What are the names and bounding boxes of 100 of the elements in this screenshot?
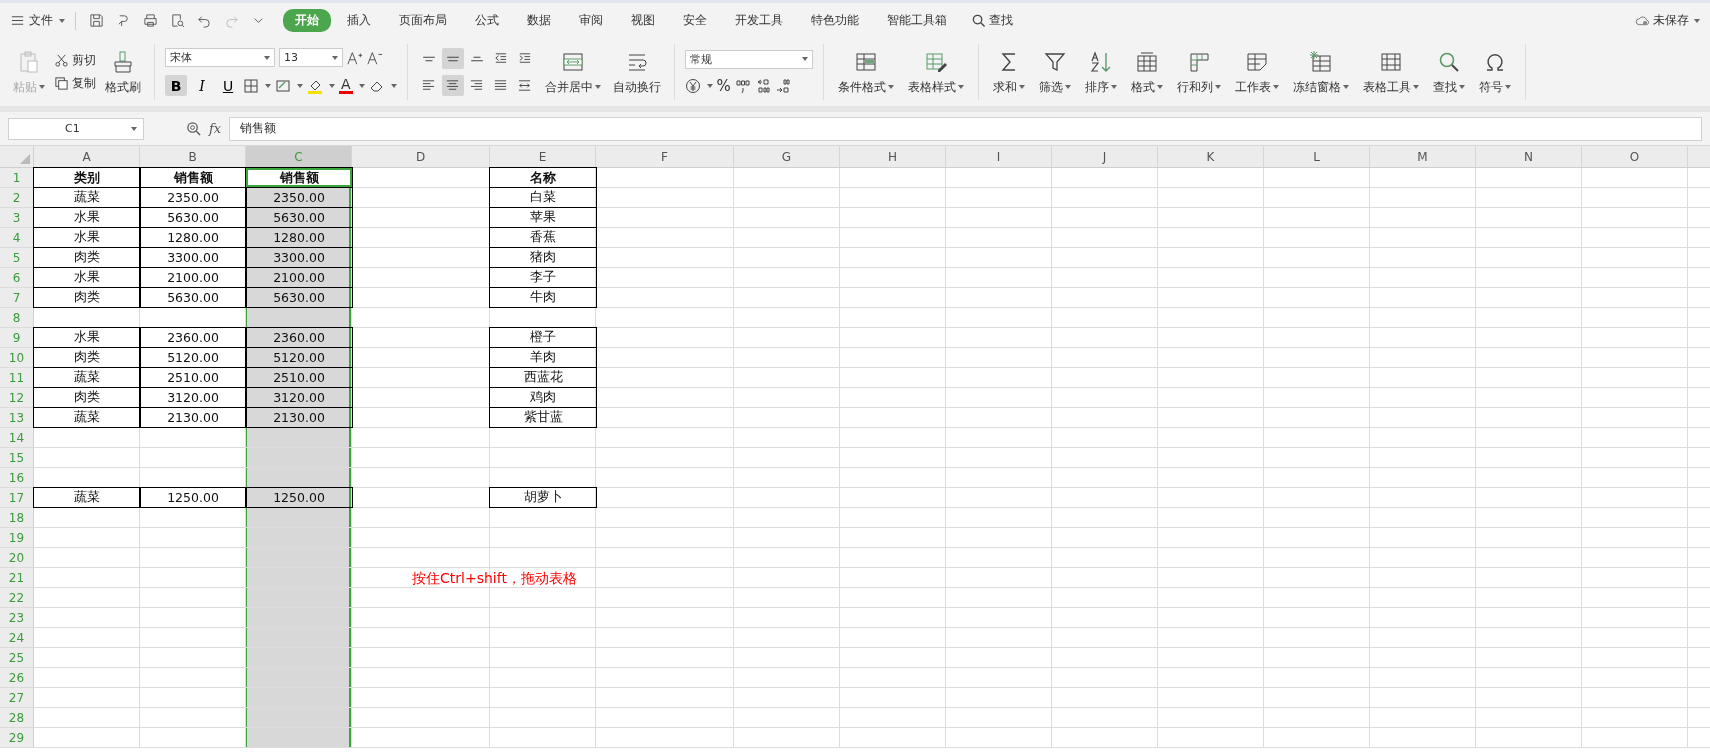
table-cell: 肉类 <box>33 287 141 308</box>
caret-icon <box>59 18 65 23</box>
borders-icon[interactable] <box>243 77 259 94</box>
currency-icon[interactable] <box>684 77 701 94</box>
ribbon-tool-button[interactable]: 排序 <box>1080 47 1121 97</box>
alignment-button[interactable] <box>441 48 464 69</box>
save-icon[interactable] <box>89 13 104 28</box>
ribbon-tab[interactable]: 特色功能 <box>799 9 871 32</box>
thousands-separator-icon[interactable] <box>734 77 751 94</box>
table-cell: 蔬菜 <box>33 407 141 428</box>
function-label[interactable]: fx <box>209 121 222 136</box>
ribbon-tab[interactable]: 安全 <box>671 9 719 32</box>
align-bottom-icon <box>469 55 484 62</box>
table-cell: 牛肉 <box>489 287 597 308</box>
caret-icon <box>1412 85 1419 89</box>
column-header[interactable]: O <box>1582 146 1688 167</box>
caret-icon <box>801 57 808 61</box>
ribbon-tab[interactable]: 审阅 <box>567 9 615 32</box>
text-style-button[interactable]: U <box>217 75 239 96</box>
ribbon-tool-button[interactable]: 求和 <box>988 47 1029 97</box>
ribbon-tool-button[interactable]: 格式 <box>1126 47 1167 97</box>
font-size-field[interactable]: 13 <box>279 48 343 67</box>
caret-icon <box>1272 85 1279 89</box>
ribbon-tool-button[interactable]: 符号 <box>1474 47 1515 97</box>
table-cell: 3120.00 <box>245 387 353 408</box>
ribbon-tab[interactable]: 开发工具 <box>723 9 795 32</box>
number-format-field[interactable]: 常规 <box>684 49 813 69</box>
ribbon-tool-button[interactable]: 查找 <box>1428 47 1469 97</box>
column-header[interactable]: F <box>596 146 734 167</box>
save-status[interactable]: 未保存 <box>1635 12 1700 29</box>
ribbon-tab[interactable]: 数据 <box>515 9 563 32</box>
caret-icon <box>887 85 894 89</box>
format-table-icon <box>1134 49 1159 74</box>
column-header[interactable]: E <box>490 146 596 167</box>
ribbon-tab[interactable]: 页面布局 <box>387 9 459 32</box>
font-name-field[interactable]: 宋体 <box>165 48 275 67</box>
text-style-button[interactable]: B <box>165 75 187 96</box>
text-style-button[interactable]: I <box>191 75 213 96</box>
column-header[interactable]: G <box>734 146 840 167</box>
ribbon-tool-button[interactable]: 表格工具 <box>1358 47 1423 97</box>
copy-icon <box>54 76 69 91</box>
column-header[interactable]: I <box>946 146 1052 167</box>
align-outdent-icon <box>493 51 509 66</box>
freeze-panes-icon <box>1308 49 1333 74</box>
name-box[interactable]: C1 <box>8 117 144 140</box>
ribbon-tool-button[interactable]: 工作表 <box>1230 47 1283 97</box>
column-header[interactable]: D <box>352 146 490 167</box>
column-heading-cell: 销售额 <box>245 167 353 188</box>
caret-icon <box>1156 85 1163 89</box>
wrap-text-button[interactable]: 自动换行 <box>609 47 664 97</box>
percent-button[interactable]: % <box>716 76 731 95</box>
ribbon-tool-button[interactable]: 筛选 <box>1034 47 1075 97</box>
column-header[interactable]: M <box>1370 146 1476 167</box>
copy-button[interactable]: 复制 <box>54 76 96 91</box>
increase-font-icon[interactable] <box>347 49 363 66</box>
export-icon[interactable] <box>116 13 131 28</box>
alignment-button[interactable] <box>441 75 464 96</box>
table-cell: 水果 <box>33 227 141 248</box>
cell-style-icon[interactable] <box>275 77 291 94</box>
align-right-icon <box>469 78 485 93</box>
table-cell: 白菜 <box>489 187 597 208</box>
table-cell: 水果 <box>33 327 141 348</box>
ribbon-tab[interactable]: 视图 <box>619 9 667 32</box>
caret-icon <box>297 83 303 88</box>
search-label: 查找 <box>989 12 1013 29</box>
table-cell: 猪肉 <box>489 247 597 268</box>
decrease-font-icon[interactable] <box>367 49 383 66</box>
merge-center-button[interactable]: 合并居中 <box>541 47 604 97</box>
annotation-text: 按住Ctrl+shift，拖动表格 <box>412 569 577 588</box>
align-left-icon <box>421 78 437 93</box>
print-preview-icon[interactable] <box>170 13 185 28</box>
file-menu[interactable]: 文件 <box>10 12 65 29</box>
format-painter-button[interactable]: 格式刷 <box>102 47 144 97</box>
table-cell: 2100.00 <box>245 267 353 288</box>
column-header[interactable]: L <box>1264 146 1370 167</box>
search-button[interactable]: 查找 <box>971 12 1013 29</box>
column-header[interactable]: K <box>1158 146 1264 167</box>
ribbon-tab[interactable]: 智能工具箱 <box>875 9 959 32</box>
ribbon-tool-button[interactable]: 条件格式 <box>833 47 898 97</box>
ribbon-tool-button[interactable]: 行和列 <box>1172 47 1225 97</box>
table-cell: 5630.00 <box>139 287 247 308</box>
decrease-decimal-icon[interactable] <box>774 77 791 94</box>
ribbon-tab[interactable]: 插入 <box>335 9 383 32</box>
zoom-icon[interactable] <box>186 121 201 136</box>
caret-icon <box>706 83 713 88</box>
cut-button[interactable]: 剪切 <box>54 53 96 68</box>
column-header[interactable]: N <box>1476 146 1582 167</box>
table-cell: 3300.00 <box>245 247 353 268</box>
table-cell: 肉类 <box>33 247 141 268</box>
column-header[interactable]: A <box>34 146 140 167</box>
formula-field[interactable]: 销售额 <box>229 116 1702 141</box>
ribbon-tool-button[interactable]: 冻结窗格 <box>1288 47 1353 97</box>
print-icon[interactable] <box>143 13 158 28</box>
ribbon-tab[interactable]: 公式 <box>463 9 511 32</box>
column-header[interactable]: H <box>840 146 946 167</box>
caret-icon <box>264 55 270 60</box>
table-cell: 2360.00 <box>245 327 353 348</box>
column-header[interactable]: J <box>1052 146 1158 167</box>
font-color-button[interactable]: A <box>339 77 353 94</box>
ribbon-tool-button[interactable]: 表格样式 <box>903 47 968 97</box>
